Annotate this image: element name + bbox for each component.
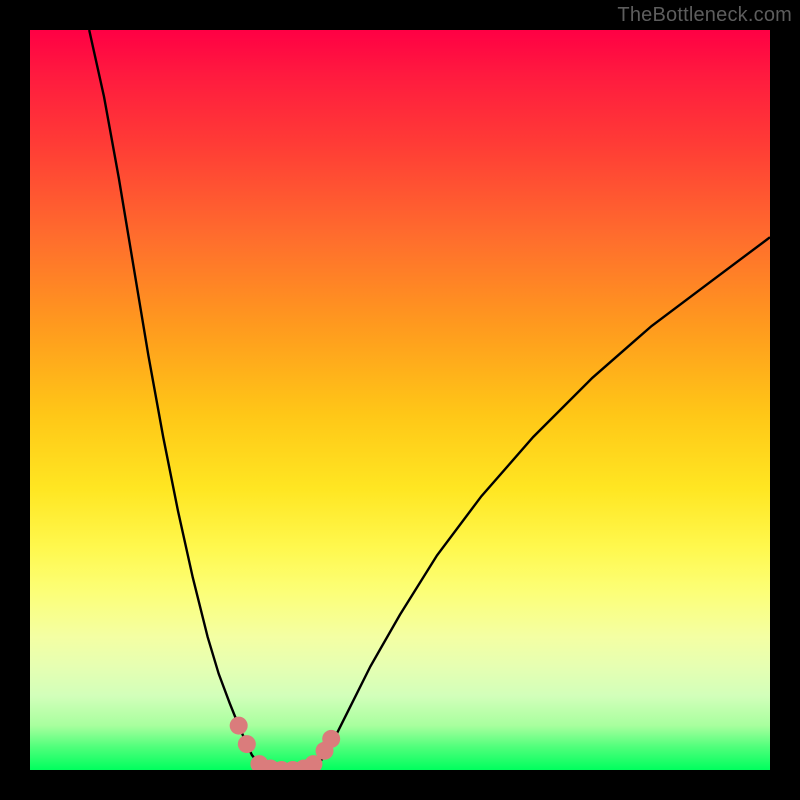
valley-markers	[230, 717, 341, 770]
plot-area	[30, 30, 770, 770]
watermark-text: TheBottleneck.com	[617, 4, 792, 27]
chart-frame: TheBottleneck.com	[0, 0, 800, 800]
valley-marker	[322, 730, 340, 748]
valley-marker	[238, 735, 256, 753]
curve-right	[311, 237, 770, 770]
valley-marker	[230, 717, 248, 735]
curve-left	[89, 30, 267, 770]
curve-layer	[30, 30, 770, 770]
